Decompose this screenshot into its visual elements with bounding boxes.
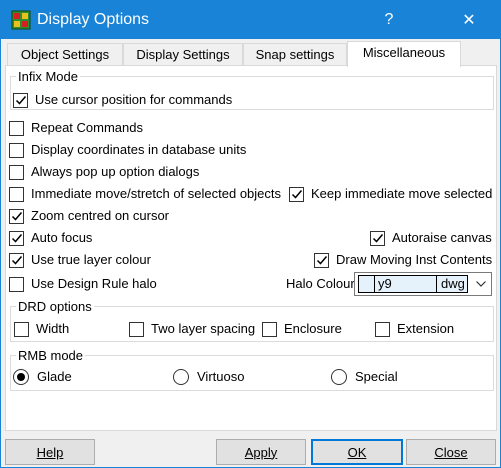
use-cursor-position-checkbox[interactable]: Use cursor position for commands xyxy=(13,91,232,109)
checkbox-box[interactable] xyxy=(262,321,277,337)
app-icon xyxy=(11,10,31,30)
checkbox-box[interactable] xyxy=(9,230,24,246)
display-options-dialog: Display Options ? ✕ Object Settings Disp… xyxy=(0,0,501,468)
check-icon xyxy=(11,212,22,221)
drd-enclosure-label: Enclosure xyxy=(284,321,342,336)
close-button-label: Close xyxy=(434,444,468,460)
checkbox-box[interactable] xyxy=(9,164,24,180)
rmb-glade-radio[interactable]: Glade xyxy=(13,368,72,386)
radio-selected-dot xyxy=(17,373,25,381)
rmb-special-label: Special xyxy=(355,369,398,384)
checkbox-box[interactable] xyxy=(314,252,329,268)
close-button[interactable]: Close xyxy=(406,439,496,465)
drd-options-label: DRD options xyxy=(16,299,94,314)
rmb-mode-label: RMB mode xyxy=(16,348,86,363)
repeat-commands-label: Repeat Commands xyxy=(31,120,143,135)
use-cursor-position-label: Use cursor position for commands xyxy=(35,92,233,107)
check-icon xyxy=(11,234,22,243)
use-true-layer-colour-label: Use true layer colour xyxy=(31,252,151,267)
checkbox-box[interactable] xyxy=(375,321,390,337)
ok-button[interactable]: OK xyxy=(311,439,403,465)
check-icon xyxy=(11,256,22,265)
display-coords-db-units-checkbox[interactable]: Display coordinates in database units xyxy=(9,141,246,159)
title-close-button[interactable]: ✕ xyxy=(446,1,492,39)
autoraise-canvas-checkbox[interactable]: Autoraise canvas xyxy=(370,229,492,247)
zoom-centred-checkbox[interactable]: Zoom centred on cursor xyxy=(9,207,169,225)
tab-object-settings[interactable]: Object Settings xyxy=(7,43,123,66)
checkbox-box[interactable] xyxy=(9,252,24,268)
radio-button[interactable] xyxy=(331,369,347,385)
drd-width-label: Width xyxy=(36,321,70,336)
use-true-layer-colour-checkbox[interactable]: Use true layer colour xyxy=(9,251,151,269)
repeat-commands-checkbox[interactable]: Repeat Commands xyxy=(9,119,143,137)
layer-colour-chip xyxy=(359,276,375,292)
checkbox-box[interactable] xyxy=(370,230,385,246)
halo-layer-name: y9 xyxy=(378,276,392,291)
checkbox-box[interactable] xyxy=(129,321,144,337)
draw-moving-inst-checkbox[interactable]: Draw Moving Inst Contents xyxy=(314,251,492,269)
help-button[interactable]: Help xyxy=(5,439,95,465)
rmb-glade-label: Glade xyxy=(37,369,72,384)
chevron-down-icon[interactable] xyxy=(473,276,489,292)
checkbox-box[interactable] xyxy=(9,276,24,292)
auto-focus-checkbox[interactable]: Auto focus xyxy=(9,229,92,247)
auto-focus-label: Auto focus xyxy=(31,230,93,245)
drd-enclosure-checkbox[interactable]: Enclosure xyxy=(262,320,342,338)
tab-strip: Object Settings Display Settings Snap se… xyxy=(7,41,497,67)
checkbox-box[interactable] xyxy=(9,120,24,136)
miscellaneous-panel: Infix Mode Use cursor position for comma… xyxy=(5,65,497,431)
rmb-special-radio[interactable]: Special xyxy=(331,368,398,386)
halo-colour-swatch: y9 dwg xyxy=(358,275,468,293)
drd-two-layer-spacing-checkbox[interactable]: Two layer spacing xyxy=(129,320,255,338)
always-pop-up-label: Always pop up option dialogs xyxy=(31,164,200,179)
radio-button[interactable] xyxy=(13,369,29,385)
display-coords-db-units-label: Display coordinates in database units xyxy=(31,142,247,157)
window-title: Display Options xyxy=(37,11,150,28)
drd-width-checkbox[interactable]: Width xyxy=(14,320,69,338)
ok-button-label: OK xyxy=(347,444,367,460)
radio-button[interactable] xyxy=(173,369,189,385)
check-icon xyxy=(15,96,26,105)
check-icon xyxy=(316,256,327,265)
halo-colour-label: Halo Colour xyxy=(286,276,355,291)
checkbox-box[interactable] xyxy=(9,142,24,158)
halo-layer-purpose: dwg xyxy=(441,276,465,291)
keep-immediate-move-label: Keep immediate move selected xyxy=(311,186,493,201)
immediate-move-checkbox[interactable]: Immediate move/stretch of selected objec… xyxy=(9,185,281,203)
rmb-virtuoso-radio[interactable]: Virtuoso xyxy=(173,368,244,386)
swatch-separator xyxy=(436,276,437,292)
use-design-rule-halo-label: Use Design Rule halo xyxy=(31,276,157,291)
use-design-rule-halo-checkbox[interactable]: Use Design Rule halo xyxy=(9,275,157,293)
help-button-label: Help xyxy=(36,444,64,460)
drd-extension-checkbox[interactable]: Extension xyxy=(375,320,454,338)
drd-two-layer-spacing-label: Two layer spacing xyxy=(151,321,256,336)
check-icon xyxy=(291,190,302,199)
checkbox-box[interactable] xyxy=(9,208,24,224)
tab-snap-settings[interactable]: Snap settings xyxy=(243,43,347,66)
infix-mode-label: Infix Mode xyxy=(16,69,80,84)
tab-miscellaneous[interactable]: Miscellaneous xyxy=(347,41,461,67)
rmb-virtuoso-label: Virtuoso xyxy=(197,369,245,384)
checkbox-box[interactable] xyxy=(14,321,29,337)
checkbox-box[interactable] xyxy=(9,186,24,202)
draw-moving-inst-label: Draw Moving Inst Contents xyxy=(336,252,493,267)
title-bar[interactable]: Display Options ? ✕ xyxy=(1,1,500,39)
halo-colour-combobox[interactable]: y9 dwg xyxy=(354,272,492,296)
apply-button-label: Apply xyxy=(244,444,278,460)
zoom-centred-label: Zoom centred on cursor xyxy=(31,208,170,223)
checkbox-box[interactable] xyxy=(13,92,28,108)
keep-immediate-move-checkbox[interactable]: Keep immediate move selected xyxy=(289,185,492,203)
checkbox-box[interactable] xyxy=(289,186,304,202)
drd-extension-label: Extension xyxy=(397,321,455,336)
apply-button[interactable]: Apply xyxy=(216,439,306,465)
immediate-move-label: Immediate move/stretch of selected objec… xyxy=(31,186,282,201)
always-pop-up-checkbox[interactable]: Always pop up option dialogs xyxy=(9,163,199,181)
title-help-button[interactable]: ? xyxy=(366,1,412,39)
tab-display-settings[interactable]: Display Settings xyxy=(123,43,243,66)
autoraise-canvas-label: Autoraise canvas xyxy=(392,230,492,245)
check-icon xyxy=(372,234,383,243)
